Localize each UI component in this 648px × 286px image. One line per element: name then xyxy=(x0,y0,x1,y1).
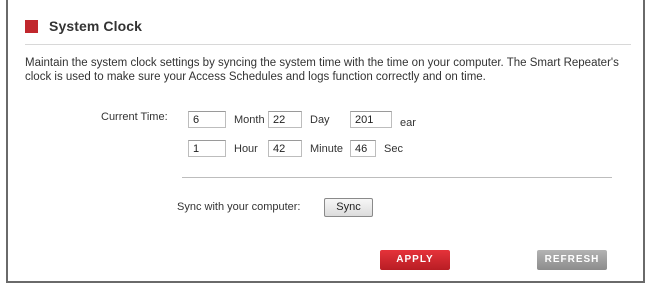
day-label: Day xyxy=(310,114,330,126)
sync-button[interactable]: Sync xyxy=(324,198,373,217)
minute-input[interactable] xyxy=(268,140,302,157)
current-time-label: Current Time: xyxy=(101,111,168,123)
refresh-button[interactable]: REFRESH xyxy=(537,250,607,270)
year-label: ear xyxy=(400,117,416,129)
apply-button[interactable]: APPLY xyxy=(380,250,450,270)
year-input[interactable] xyxy=(350,111,392,128)
system-clock-panel: System Clock Maintain the system clock s… xyxy=(6,0,645,283)
day-input[interactable] xyxy=(268,111,302,128)
hour-input[interactable] xyxy=(188,140,226,157)
hour-label: Hour xyxy=(234,143,258,155)
sync-label: Sync with your computer: xyxy=(177,201,301,213)
second-label: Sec xyxy=(384,143,403,155)
section-description: Maintain the system clock settings by sy… xyxy=(25,57,619,83)
month-label: Month xyxy=(234,114,265,126)
header-divider xyxy=(25,44,631,45)
section-marker-icon xyxy=(25,19,38,33)
form-divider xyxy=(182,177,612,178)
month-input[interactable] xyxy=(188,111,226,128)
minute-label: Minute xyxy=(310,143,344,155)
section-header: System Clock xyxy=(25,17,142,35)
second-input[interactable] xyxy=(350,140,376,157)
section-title: System Clock xyxy=(49,18,143,34)
